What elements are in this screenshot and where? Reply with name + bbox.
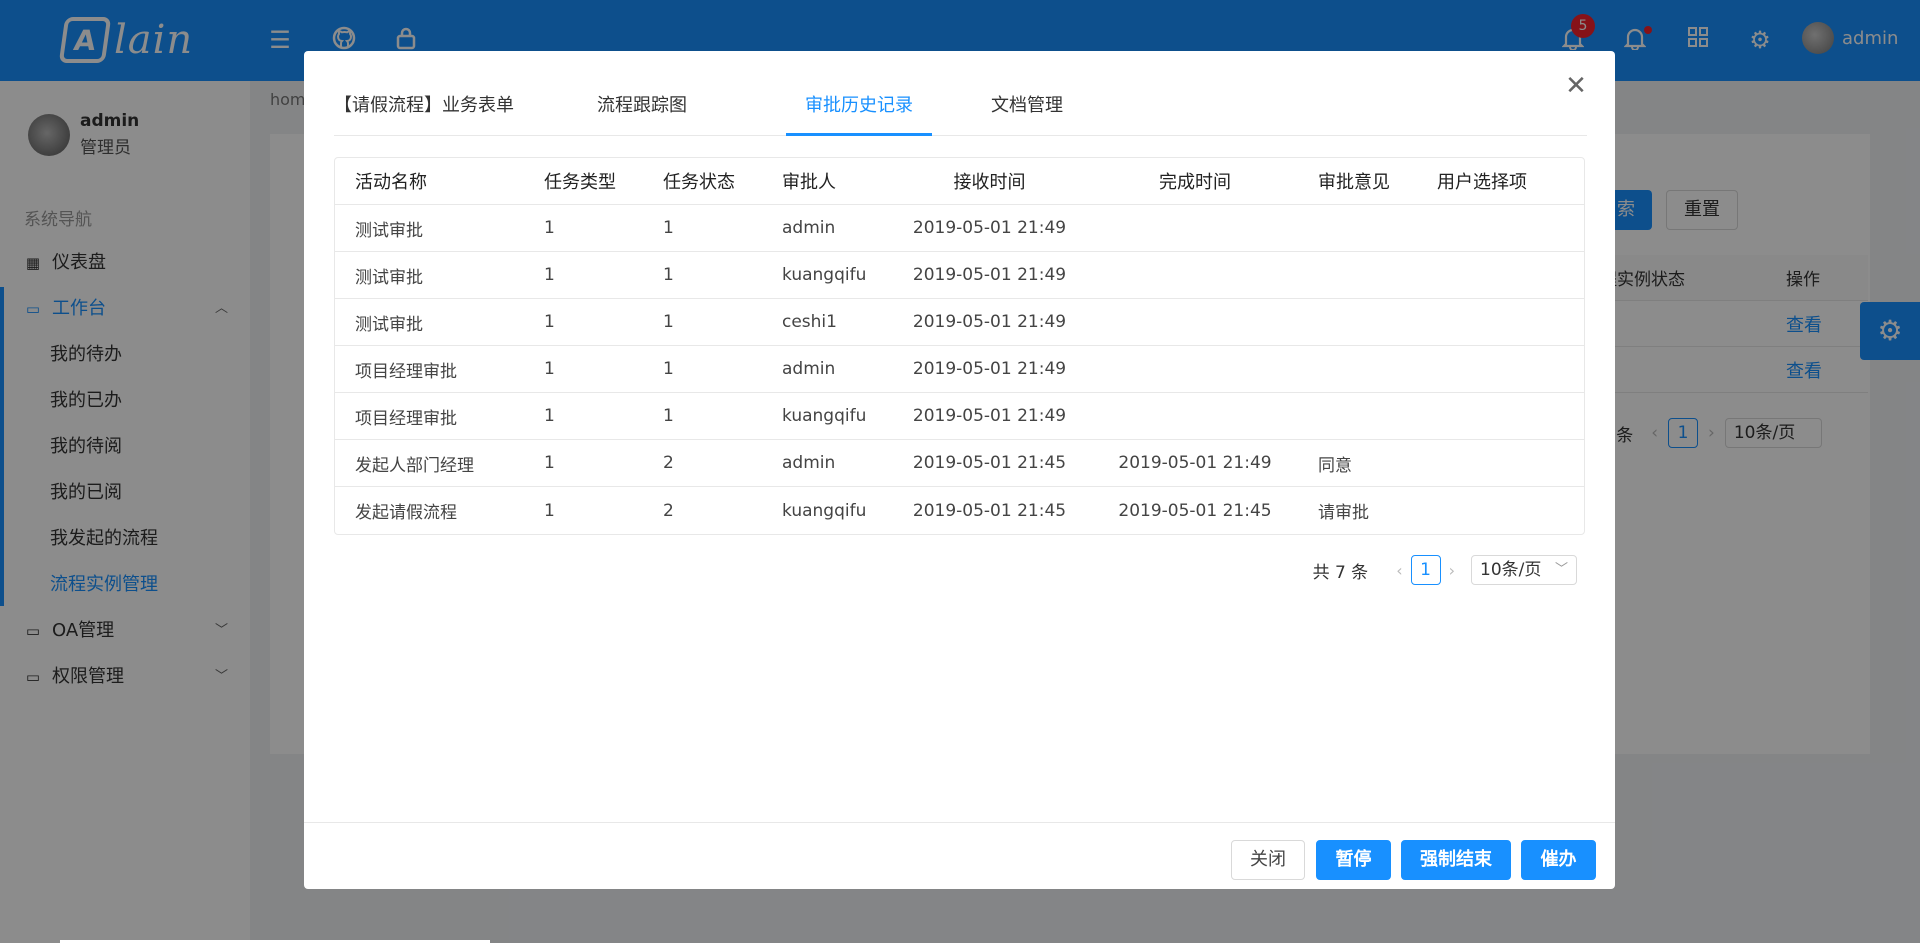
task-type-cell: 1 bbox=[544, 265, 555, 285]
received-time-cell: 2019-05-01 21:49 bbox=[912, 359, 1067, 379]
process-detail-modal: ✕ 【请假流程】业务表单 流程跟踪图 审批历史记录 文档管理 活动名称 任务类型… bbox=[304, 51, 1615, 889]
prev-page-icon[interactable]: ‹ bbox=[1396, 561, 1402, 580]
task-status-cell: 1 bbox=[663, 312, 674, 332]
task-type-cell: 1 bbox=[544, 359, 555, 379]
column-header: 用户选择项 bbox=[1437, 172, 1527, 193]
column-header: 完成时间 bbox=[1159, 172, 1231, 193]
activity-name-cell: 项目经理审批 bbox=[355, 408, 457, 429]
column-header: 接收时间 bbox=[953, 172, 1026, 193]
tab-documents[interactable]: 文档管理 bbox=[991, 86, 1063, 136]
pause-button[interactable]: 暂停 bbox=[1316, 840, 1391, 880]
completed-time-cell: 2019-05-01 21:49 bbox=[1118, 453, 1272, 473]
pagination: 共 7 条 ‹ 1 › 10条/页 ﹀ bbox=[1313, 555, 1577, 585]
tab-flow-trace[interactable]: 流程跟踪图 bbox=[597, 86, 687, 136]
task-status-cell: 2 bbox=[663, 453, 674, 473]
approver-cell: admin bbox=[782, 359, 836, 379]
column-header: 审批意见 bbox=[1318, 172, 1390, 193]
received-time-cell: 2019-05-01 21:45 bbox=[912, 500, 1067, 521]
column-header: 任务状态 bbox=[663, 172, 735, 193]
chevron-down-icon: ﹀ bbox=[1554, 562, 1568, 577]
task-status-cell: 1 bbox=[663, 218, 674, 238]
task-type-cell: 1 bbox=[544, 312, 555, 332]
table-row: 测试审批 1 1 admin 2019-05-01 21:49 bbox=[335, 205, 1584, 252]
task-type-cell: 1 bbox=[544, 500, 555, 521]
table-row: 发起请假流程 1 2 kuangqifu 2019-05-01 21:45 2019-05… bbox=[335, 487, 1584, 534]
received-time-cell: 2019-05-01 21:45 bbox=[912, 453, 1067, 473]
tab-business-form[interactable]: 【请假流程】业务表单 bbox=[334, 86, 514, 136]
tab-approval-history[interactable]: 审批历史记录 bbox=[805, 86, 913, 136]
comment-cell: 请审批 bbox=[1318, 503, 1369, 523]
approval-history-table: 活动名称 任务类型 任务状态 审批人 接收时间 完成时间 审批意见 用户选择项 … bbox=[334, 157, 1585, 535]
approver-cell: ceshi1 bbox=[782, 312, 837, 332]
approver-cell: kuangqifu bbox=[782, 265, 867, 285]
received-time-cell: 2019-05-01 21:49 bbox=[912, 312, 1067, 332]
task-type-cell: 1 bbox=[544, 218, 555, 238]
activity-name-cell: 发起请假流程 bbox=[355, 503, 457, 523]
modal-footer: 关闭 暂停 强制结束 催办 bbox=[304, 822, 1615, 889]
table-row: 测试审批 1 1 kuangqifu 2019-05-01 21:49 bbox=[335, 252, 1584, 299]
task-status-cell: 1 bbox=[663, 359, 674, 379]
task-status-cell: 2 bbox=[663, 500, 674, 521]
received-time-cell: 2019-05-01 21:49 bbox=[912, 265, 1067, 285]
table-row: 项目经理审批 1 1 admin 2019-05-01 21:49 bbox=[335, 346, 1584, 393]
table-body: 测试审批 1 1 admin 2019-05-01 21:49 测试审批 1 1 kuangqi… bbox=[335, 205, 1584, 534]
received-time-cell: 2019-05-01 21:49 bbox=[912, 406, 1067, 426]
column-header: 任务类型 bbox=[544, 172, 616, 193]
activity-name-cell: 发起人部门经理 bbox=[355, 455, 474, 476]
page-1[interactable]: 1 bbox=[1410, 555, 1441, 585]
table-row: 测试审批 1 1 ceshi1 2019-05-01 21:49 bbox=[335, 299, 1584, 346]
approver-cell: admin bbox=[782, 218, 836, 238]
tab-ink-bar bbox=[786, 133, 932, 136]
approver-cell: kuangqifu bbox=[782, 406, 867, 426]
table-row: 发起人部门经理 1 2 admin 2019-05-01 21:45 2019-05-01… bbox=[335, 440, 1584, 487]
page-size-select[interactable]: 10条/页 ﹀ bbox=[1471, 555, 1577, 585]
force-end-button[interactable]: 强制结束 bbox=[1401, 840, 1511, 880]
received-time-cell: 2019-05-01 21:49 bbox=[912, 218, 1067, 238]
task-type-cell: 1 bbox=[544, 406, 555, 426]
comment-cell: 同意 bbox=[1318, 455, 1352, 476]
page-size-value: 10条/页 bbox=[1480, 560, 1542, 580]
approver-cell: admin bbox=[782, 453, 836, 473]
task-type-cell: 1 bbox=[544, 453, 555, 473]
pagination-total: 共 7 条 bbox=[1312, 562, 1369, 583]
completed-time-cell: 2019-05-01 21:45 bbox=[1118, 500, 1272, 521]
activity-name-cell: 测试审批 bbox=[355, 314, 423, 335]
table-header: 活动名称 任务类型 任务状态 审批人 接收时间 完成时间 审批意见 用户选择项 bbox=[335, 158, 1584, 205]
task-status-cell: 1 bbox=[663, 265, 674, 285]
column-header: 审批人 bbox=[782, 172, 836, 193]
next-page-icon[interactable]: › bbox=[1449, 561, 1455, 580]
activity-name-cell: 测试审批 bbox=[355, 267, 423, 288]
activity-name-cell: 项目经理审批 bbox=[355, 361, 457, 382]
urge-button[interactable]: 催办 bbox=[1521, 840, 1596, 880]
close-button[interactable]: 关闭 bbox=[1231, 840, 1305, 880]
modal-tabs: 【请假流程】业务表单 流程跟踪图 审批历史记录 文档管理 bbox=[334, 86, 1587, 136]
task-status-cell: 1 bbox=[663, 406, 674, 426]
column-header: 活动名称 bbox=[355, 172, 427, 193]
table-row: 项目经理审批 1 1 kuangqifu 2019-05-01 21:49 bbox=[335, 393, 1584, 440]
activity-name-cell: 测试审批 bbox=[355, 220, 423, 241]
approver-cell: kuangqifu bbox=[782, 500, 867, 521]
